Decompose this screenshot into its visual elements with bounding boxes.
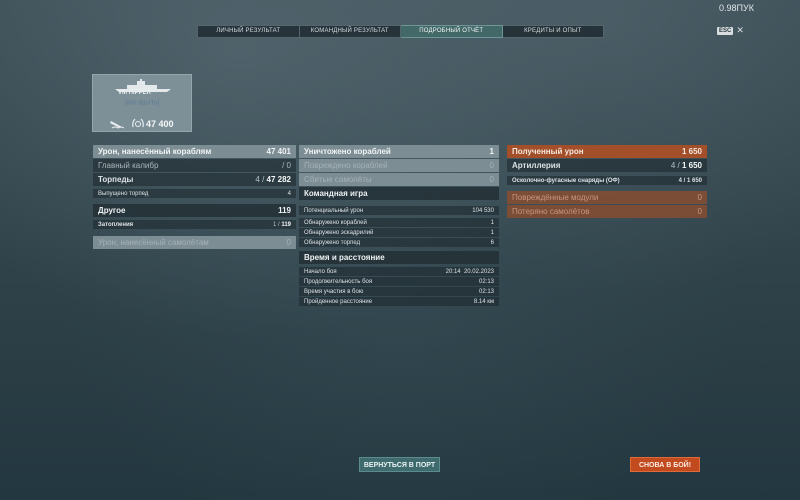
damaged-modules-value: 0 [697,193,702,202]
destroyed-label: Уничтожено кораблей [304,147,391,156]
flooding-label: Затопления [98,221,134,228]
artillery-label: Артиллерия [512,161,561,170]
spotted-torps-row: Обнаружено торпед 6 [299,238,499,247]
duration-value: 02:13 [478,278,494,285]
duration-label: Продолжительность боя [304,278,373,285]
damaged-row: Повреждено кораблей 0 [299,159,499,172]
potential-value: 104 530 [472,207,494,214]
planes-shot-label: Сбитые самолёты [304,175,372,184]
spotted-ships-value: 1 [490,219,494,226]
torpedoes-label: Торпеды [98,175,134,184]
participation-value: 02:13 [478,288,494,295]
spotted-torps-label: Обнаружено торпед [304,239,361,246]
damaged-value: 0 [489,161,494,170]
spotted-ships-label: Обнаружено кораблей [304,219,367,226]
he-shells-label: Осколочно-фугасные снаряды (ОФ) [512,177,620,184]
spotted-squads-row: Обнаружено эскадрилий 1 [299,228,499,237]
damage-ships-row: Урон, нанесённый кораблям 47 401 [93,145,296,158]
flooding-row: Затопления 1 / 119 [93,220,296,229]
planes-shot-row: Сбитые самолёты 0 [299,173,499,186]
destroyed-value: 1 [489,147,494,156]
potential-row: Потенциальный урон 104 530 [299,206,499,215]
damage-planes-row: Урон, нанесённый самолётам 0 [93,236,296,249]
other-row: Другое 119 [93,204,296,217]
close-icon[interactable]: ✕ [736,26,744,35]
tab-personal-result[interactable]: ЛИЧНЫЙ РЕЗУЛЬТАТ [197,25,300,38]
damage-ships-label: Урон, нанесённый кораблям [98,147,212,156]
damaged-modules-label: Повреждённые модули [512,193,599,202]
torpedoes-fired-value: 4 [287,190,291,197]
main-caliber-label: Главный калибр [98,161,159,170]
spotted-torps-value: 6 [490,239,494,246]
torpedoes-row: Торпеды 4 / 47 282 [93,173,296,186]
artillery-row: Артиллерия 4 / 1 650 [507,159,707,172]
received-damage-label: Полученный урон [512,147,584,156]
xp-laurel-icon [132,118,144,128]
spotted-ships-row: Обнаружено кораблей 1 [299,218,499,227]
ship-clan-tag: [RK-BiHTo] [125,100,160,107]
esc-key-icon: ESC [717,26,734,35]
artillery-value: 4 / 1 650 [670,161,702,170]
distance-row: Пройденное расстояние 8.14 км [299,297,499,306]
received-damage-value: 1 650 [681,147,702,156]
time-distance-title: Время и расстояние [304,253,385,262]
distance-value: 8.14 км [473,298,494,305]
torpedoes-fired-label: Выпущено торпед [98,190,149,197]
participation-label: Время участия в бою [304,288,364,295]
distance-label: Пройденное расстояние [304,298,373,305]
damage-ships-value: 47 401 [266,147,291,156]
ship-name: VIII HIPPER [118,90,152,96]
tab-credits-xp[interactable]: КРЕДИТЫ И ОПЫТ [502,25,604,38]
esc-close[interactable]: ESC ✕ [717,26,744,35]
team-play-title: Командная игра [304,189,368,198]
version-label: 0.98ПУК [719,3,754,13]
torpedoes-fired-row: Выпущено торпед 4 [93,189,296,198]
participation-row: Время участия в бою 02:13 [299,287,499,296]
damage-planes-value: 0 [286,238,291,247]
received-damage-row: Полученный урон 1 650 [507,145,707,158]
battle-start-row: Начало боя 20:14 20.02.2023 [299,267,499,276]
potential-label: Потенциальный урон [304,207,364,214]
torpedoes-value: 4 / 47 282 [255,175,291,184]
he-shells-row: Осколочно-фугасные снаряды (ОФ) 4 / 1 65… [507,176,707,185]
tab-team-result[interactable]: КОМАНДНЫЙ РЕЗУЛЬТАТ [299,25,401,38]
planes-lost-label: Потеряно самолётов [512,207,590,216]
sinking-ship-icon [110,121,124,129]
battle-start-label: Начало боя [304,268,337,275]
planes-shot-value: 0 [489,175,494,184]
ship-card: VIII HIPPER [RK-BiHTo] 47 400 [92,74,192,132]
destroyed-row: Уничтожено кораблей 1 [299,145,499,158]
damaged-label: Повреждено кораблей [304,161,388,170]
damaged-modules-row: Повреждённые модули 0 [507,191,707,204]
other-label: Другое [98,206,126,215]
ship-xp-value: 47 400 [146,119,174,129]
main-caliber-row: Главный калибр / 0 [93,159,296,172]
flooding-value: 1 / 119 [272,221,291,228]
other-value: 119 [278,206,291,215]
damage-planes-label: Урон, нанесённый самолётам [98,238,209,247]
battle-start-value: 20:14 20.02.2023 [445,268,494,275]
time-distance-header: Время и расстояние [299,251,499,264]
spotted-squads-value: 1 [490,229,494,236]
duration-row: Продолжительность боя 02:13 [299,277,499,286]
planes-lost-row: Потеряно самолётов 0 [507,205,707,218]
battle-again-button[interactable]: СНОВА В БОЙ! [630,457,700,472]
planes-lost-value: 0 [697,207,702,216]
he-shells-value: 4 / 1 650 [678,177,702,184]
tab-detailed-report[interactable]: ПОДРОБНЫЙ ОТЧЁТ [401,25,503,38]
team-play-header: Командная игра [299,187,499,200]
main-caliber-value: / 0 [282,161,291,170]
tab-bar: ЛИЧНЫЙ РЕЗУЛЬТАТ КОМАНДНЫЙ РЕЗУЛЬТАТ ПОД… [197,25,604,38]
spotted-squads-label: Обнаружено эскадрилий [304,229,374,236]
back-to-port-button[interactable]: ВЕРНУТЬСЯ В ПОРТ [359,457,440,472]
